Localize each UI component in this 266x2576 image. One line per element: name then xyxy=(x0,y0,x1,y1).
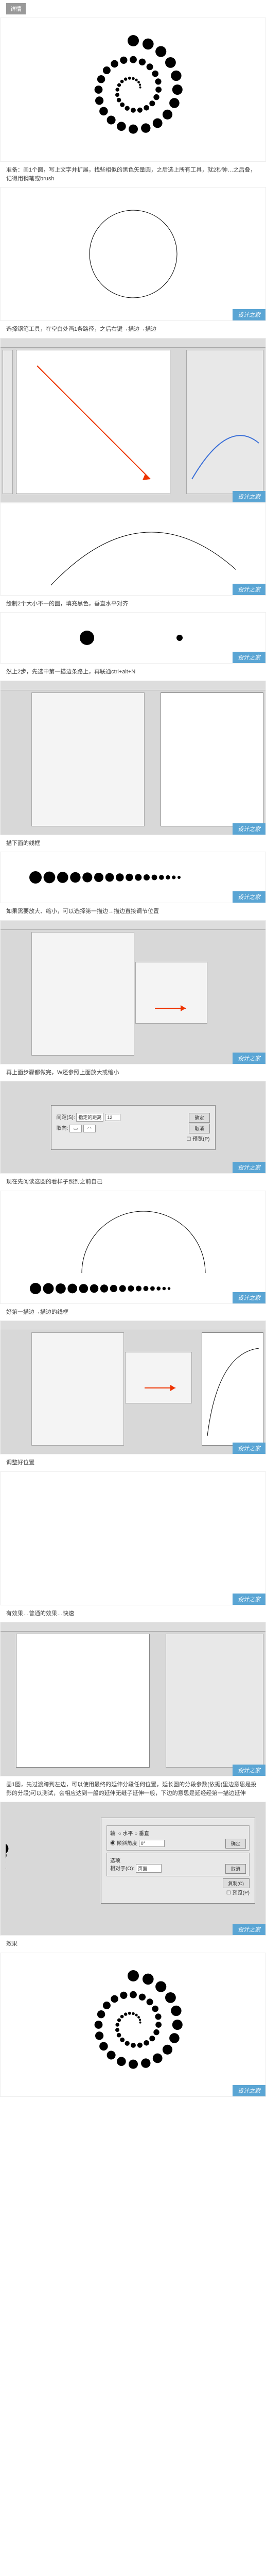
watermark: 设计之家 xyxy=(233,1594,265,1605)
step-10-text: 调整好位置 xyxy=(0,1454,266,1471)
preview-checkbox[interactable]: ☐ 预览(P) xyxy=(226,1890,250,1896)
step-9-text: 好第一描边→描边的线框 xyxy=(0,1304,266,1321)
dropdown-menu[interactable] xyxy=(31,1332,124,1446)
app-menu-bar xyxy=(1,921,265,930)
dropdown-menu[interactable] xyxy=(31,692,145,826)
step-8-text: 现在先阅读这圆的看样子照到之前自己 xyxy=(0,1174,266,1191)
final-result-image-2: 设计之家 xyxy=(0,1953,266,2097)
step-7-text: 再上面步骤都做完，W还参照上面放大或缩小 xyxy=(0,1064,266,1081)
circle-image: 设计之家 xyxy=(0,187,266,321)
rotate-dialog-image: 轴: ○ 水平 ○ 垂直 ◉ 倾斜角度 0° 确定 选项 相对于(O): 页面 … xyxy=(0,1802,266,1936)
app-menu-bar xyxy=(1,1622,265,1632)
final-result-image xyxy=(0,18,266,162)
dots-on-arc-image: 设计之家 xyxy=(0,1471,266,1605)
spacing-label: 间距(S): xyxy=(57,1115,75,1121)
watermark: 设计之家 xyxy=(233,652,265,663)
step-12-text: 画1圆，先过渡跨到左边，可以使用最终的延伸分段任何位置，延长圆的分段参数(依据(… xyxy=(0,1776,266,1802)
cancel-button[interactable]: 取消 xyxy=(225,1864,246,1874)
axis-vertical[interactable]: ○ 垂直 xyxy=(134,1831,149,1837)
canvas-area xyxy=(202,1332,263,1446)
red-arrow-line xyxy=(37,366,150,479)
spiral-dots-svg xyxy=(77,33,190,146)
circle-outline xyxy=(82,202,185,306)
right-panels[interactable] xyxy=(186,350,263,494)
step-5-text: 描下面的线框 xyxy=(0,835,266,852)
blend-options-dialog: 间距(S): 指定的距离 12 确定 取向: ▭ ◠ 取消 ☐ 预览(P) xyxy=(51,1105,216,1150)
step-1-text: 准备：画1个圆，写上文字并扩展，找些相似的黑色矢量圆，之后选上所有工具，就2秒钟… xyxy=(0,162,266,187)
options-label: 选项 xyxy=(110,1858,120,1864)
arc-and-dots-image: 设计之家 xyxy=(0,1191,266,1304)
axis-angle[interactable]: ◉ 倾斜角度 xyxy=(110,1841,137,1846)
relative-select[interactable]: 页面 xyxy=(136,1864,162,1873)
dots-row-image: 设计之家 xyxy=(0,852,266,903)
step-2-text: 选择钢笔工具，在空白处画1条路径，之后右键→描边→描边 xyxy=(0,321,266,338)
illustrator-ui-4: 设计之家 xyxy=(0,1320,266,1454)
final-caption: 效果 xyxy=(0,1936,266,1953)
watermark: 设计之家 xyxy=(233,1765,265,1776)
watermark: 设计之家 xyxy=(233,309,265,320)
toolbar[interactable] xyxy=(3,350,13,494)
app-menu-bar xyxy=(1,1321,265,1330)
right-panels[interactable] xyxy=(166,1634,263,1768)
cancel-button[interactable]: 取消 xyxy=(189,1124,209,1133)
relative-label: 相对于(O): xyxy=(110,1866,134,1872)
step-3-text: 绘制2个大小不一的圆，填充黑色，垂直水平对齐 xyxy=(0,596,266,613)
step-6-text: 如果需要放大、缩小，可以选择第一描边→描边直接调节位置 xyxy=(0,903,266,920)
watermark: 设计之家 xyxy=(233,891,265,903)
watermark: 设计之家 xyxy=(233,1162,265,1173)
step-11-text: 有效果…普通的效果…快速 xyxy=(0,1605,266,1622)
illustrator-ui-5: 设计之家 xyxy=(0,1622,266,1776)
rotate-dialog: 轴: ○ 水平 ○ 垂直 ◉ 倾斜角度 0° 确定 选项 相对于(O): 页面 … xyxy=(101,1818,255,1904)
step-4-text: 然上2步，先选中第一描边条路上，再联通ctrl+alt+N xyxy=(0,664,266,681)
watermark: 设计之家 xyxy=(233,584,265,595)
app-menu-bar xyxy=(1,338,265,348)
orient-opt-2[interactable]: ◠ xyxy=(83,1125,96,1132)
illustrator-ui-2: 设计之家 xyxy=(0,681,266,835)
orientation-label: 取向: xyxy=(57,1126,68,1131)
detail-button[interactable]: 详情 xyxy=(6,3,26,14)
arc-image: 设计之家 xyxy=(0,503,266,596)
copy-button[interactable]: 复制(C) xyxy=(223,1878,250,1888)
axis-horizontal[interactable]: ○ 水平 xyxy=(118,1831,133,1837)
watermark: 设计之家 xyxy=(233,1292,265,1303)
watermark: 设计之家 xyxy=(233,491,265,502)
orient-opt-1[interactable]: ▭ xyxy=(69,1125,82,1132)
axis-label: 轴: xyxy=(110,1831,117,1837)
curve-preview xyxy=(192,435,259,479)
blend-dialog-image: 间距(S): 指定的距离 12 确定 取向: ▭ ◠ 取消 ☐ 预览(P) 设计… xyxy=(0,1081,266,1174)
spacing-select[interactable]: 指定的距离 xyxy=(76,1113,103,1122)
ok-button[interactable]: 确定 xyxy=(225,1839,246,1849)
preview-checkbox[interactable]: ☐ 预览(P) xyxy=(186,1137,209,1142)
canvas-area[interactable] xyxy=(16,350,170,494)
illustrator-ui-1: 设计之家 xyxy=(0,338,266,503)
app-menu-bar xyxy=(1,681,265,690)
watermark: 设计之家 xyxy=(233,1053,265,1064)
two-dots-image: 设计之家 xyxy=(0,612,266,664)
dropdown-menu[interactable] xyxy=(31,932,134,1056)
spacing-number-input[interactable]: 12 xyxy=(105,1114,120,1121)
watermark: 设计之家 xyxy=(233,1443,265,1454)
watermark: 设计之家 xyxy=(233,2085,265,2096)
watermark: 设计之家 xyxy=(233,823,265,835)
illustrator-ui-3: 设计之家 xyxy=(0,920,266,1064)
ok-button[interactable]: 确定 xyxy=(189,1113,209,1123)
canvas-area xyxy=(16,1634,150,1768)
axis-angle-input[interactable]: 0° xyxy=(139,1840,165,1847)
watermark: 设计之家 xyxy=(233,1924,265,1935)
canvas-area xyxy=(161,692,263,826)
